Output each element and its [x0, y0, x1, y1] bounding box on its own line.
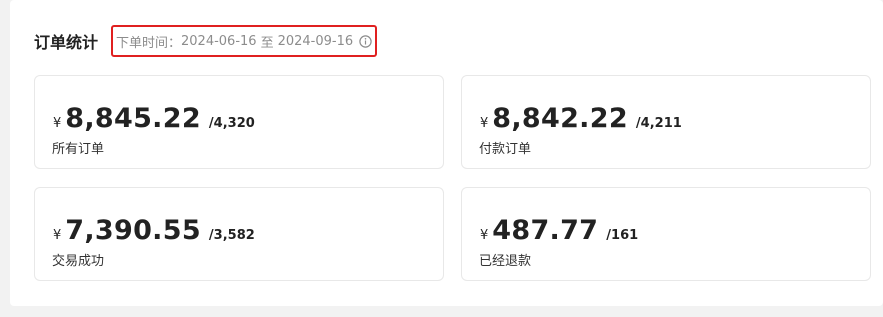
stat-card-completed-orders[interactable]: ¥ 7,390.55 /3,582 交易成功	[34, 187, 444, 281]
range-end: 2024-09-16	[277, 33, 354, 49]
range-start: 2024-06-16	[181, 33, 257, 49]
order-amount: 487.77	[492, 215, 599, 246]
amount-row: ¥ 8,842.22 /4,211	[480, 103, 682, 134]
card-label: 付款订单	[479, 142, 532, 157]
amount-row: ¥ 8,845.22 /4,320	[53, 103, 255, 134]
stat-card-paid-orders[interactable]: ¥ 8,842.22 /4,211 付款订单	[461, 75, 871, 169]
currency-symbol: ¥	[53, 116, 62, 131]
info-circle-icon[interactable]	[359, 34, 372, 48]
stat-card-all-orders[interactable]: ¥ 8,845.22 /4,320 所有订单	[34, 75, 444, 169]
card-label: 所有订单	[52, 142, 105, 157]
range-label: 下单时间：	[116, 35, 182, 51]
currency-symbol: ¥	[480, 228, 489, 243]
card-label: 交易成功	[52, 254, 105, 269]
order-amount: 7,390.55	[65, 215, 201, 246]
section-title: 订单统计	[34, 33, 99, 52]
order-amount: 8,842.22	[492, 103, 628, 134]
order-time-range: 下单时间： 2024-06-16 至 2024-09-16	[111, 25, 377, 57]
stat-card-refunded-orders[interactable]: ¥ 487.77 /161 已经退款	[461, 187, 871, 281]
card-label: 已经退款	[479, 254, 532, 269]
order-count: /4,320	[208, 116, 255, 131]
amount-row: ¥ 7,390.55 /3,582	[53, 215, 255, 246]
order-amount: 8,845.22	[65, 103, 201, 134]
currency-symbol: ¥	[480, 116, 489, 131]
range-separator: 至	[260, 35, 274, 51]
order-count: /4,211	[635, 116, 682, 131]
order-stats-panel: 订单统计 下单时间： 2024-06-16 至 2024-09-16 ¥ 8,8…	[10, 0, 883, 306]
currency-symbol: ¥	[53, 228, 62, 243]
amount-row: ¥ 487.77 /161	[480, 215, 638, 246]
order-count: /3,582	[208, 228, 255, 243]
order-count: /161	[606, 228, 639, 243]
